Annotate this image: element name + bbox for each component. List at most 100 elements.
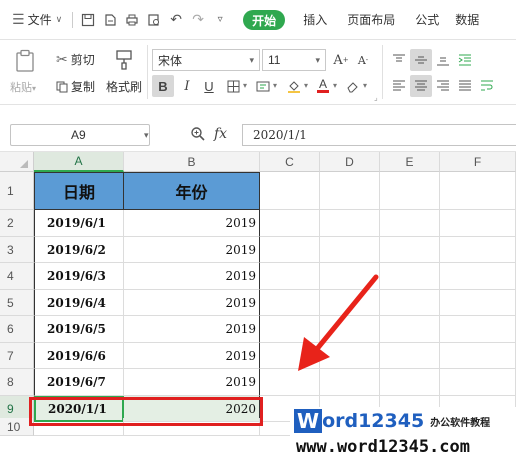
column-header-e[interactable]: E <box>380 152 440 172</box>
date-cell[interactable]: 2019/6/1 <box>34 210 124 237</box>
italic-button[interactable]: I <box>176 75 198 97</box>
name-box[interactable]: A9 <box>10 124 150 146</box>
font-dialog-launcher-icon[interactable]: ⌟ <box>374 93 378 102</box>
align-top-button[interactable] <box>388 49 410 71</box>
row-header-8[interactable]: 8 <box>0 369 34 396</box>
redo-icon[interactable]: ↷ <box>187 9 209 31</box>
print-icon[interactable] <box>121 9 143 31</box>
empty-cell[interactable] <box>320 172 380 210</box>
print-preview-icon[interactable] <box>143 9 165 31</box>
empty-cell[interactable] <box>380 172 440 210</box>
column-header-c[interactable]: C <box>260 152 320 172</box>
justify-button[interactable] <box>454 75 476 97</box>
column-header-b[interactable]: B <box>124 152 260 172</box>
year-cell[interactable]: 2019 <box>124 369 260 396</box>
font-size-select[interactable]: 11 ▾ <box>262 49 326 71</box>
export-icon[interactable] <box>99 9 121 31</box>
select-all-corner[interactable] <box>0 152 34 172</box>
name-box-dropdown-icon[interactable]: ▾ <box>144 130 149 141</box>
empty-cell[interactable] <box>260 237 320 263</box>
year-cell[interactable]: 2019 <box>124 290 260 316</box>
clear-format-button[interactable] <box>342 75 364 97</box>
align-center-button[interactable] <box>410 75 432 97</box>
header-cell-date[interactable]: 日期 <box>34 172 124 210</box>
undo-icon[interactable]: ↶ <box>165 9 187 31</box>
wrap-text-button[interactable] <box>476 75 498 97</box>
year-cell[interactable]: 2019 <box>124 343 260 369</box>
font-name-select[interactable]: 宋体 ▾ <box>152 49 260 71</box>
font-name-value: 宋体 <box>158 53 183 68</box>
row-header-3[interactable]: 3 <box>0 237 34 263</box>
fill-color-dropdown-icon[interactable]: ▾ <box>304 81 308 90</box>
year-cell[interactable]: 2019 <box>124 210 260 237</box>
empty-cell[interactable] <box>320 237 380 263</box>
align-bottom-button[interactable] <box>432 49 454 71</box>
save-icon[interactable] <box>77 9 99 31</box>
column-header-a[interactable]: A <box>34 152 124 172</box>
tab-data[interactable]: 数据 <box>449 6 485 34</box>
date-cell[interactable]: 2019/6/5 <box>34 316 124 343</box>
function-icon[interactable]: fx <box>214 126 227 142</box>
borders-button[interactable] <box>222 75 244 97</box>
align-left-button[interactable] <box>388 75 410 97</box>
bold-button[interactable]: B <box>152 75 174 97</box>
date-cell[interactable]: 2019/6/7 <box>34 369 124 396</box>
year-cell[interactable]: 2019 <box>124 263 260 290</box>
date-cell[interactable]: 2019/6/3 <box>34 263 124 290</box>
copy-button[interactable]: 复制 <box>56 78 95 95</box>
cut-button[interactable]: ✂ 剪切 <box>56 51 95 68</box>
date-cell[interactable]: 2019/6/6 <box>34 343 124 369</box>
cell-style-icon <box>256 81 270 91</box>
empty-cell[interactable] <box>440 172 516 210</box>
empty-cell[interactable] <box>440 290 516 316</box>
empty-cell[interactable] <box>380 210 440 237</box>
date-cell[interactable]: 2019/6/2 <box>34 237 124 263</box>
empty-cell[interactable] <box>440 369 516 396</box>
header-cell-year[interactable]: 年份 <box>124 172 260 210</box>
row-header-5[interactable]: 5 <box>0 290 34 316</box>
year-cell[interactable]: 2019 <box>124 237 260 263</box>
row-header-4[interactable]: 4 <box>0 263 34 290</box>
cell-style-button[interactable] <box>252 75 274 97</box>
underline-button[interactable]: U <box>198 75 220 97</box>
empty-cell[interactable] <box>440 263 516 290</box>
empty-cell[interactable] <box>440 343 516 369</box>
empty-cell[interactable] <box>440 316 516 343</box>
fill-color-button[interactable] <box>283 75 305 97</box>
decrease-font-button[interactable]: A- <box>352 49 374 71</box>
format-painter-button[interactable]: 格式刷 <box>106 49 142 97</box>
zoom-search-icon[interactable] <box>190 126 206 145</box>
font-color-button[interactable]: A <box>312 74 334 96</box>
formula-input[interactable]: 2020/1/1 <box>242 124 516 146</box>
row-header-7[interactable]: 7 <box>0 343 34 369</box>
empty-cell[interactable] <box>440 237 516 263</box>
empty-cell[interactable] <box>380 237 440 263</box>
customize-dropdown-icon[interactable]: ▿ <box>209 9 231 31</box>
empty-cell[interactable] <box>320 210 380 237</box>
row-header-6[interactable]: 6 <box>0 316 34 343</box>
cell-style-dropdown-icon[interactable]: ▾ <box>273 81 277 90</box>
empty-cell[interactable] <box>440 210 516 237</box>
font-color-dropdown-icon[interactable]: ▾ <box>333 81 337 90</box>
paste-button[interactable]: 粘贴▾ <box>10 49 40 97</box>
tab-insert[interactable]: 插入 <box>297 6 333 34</box>
indent-button[interactable] <box>454 49 476 71</box>
tab-formulas[interactable]: 公式 <box>409 6 445 34</box>
clear-format-dropdown-icon[interactable]: ▾ <box>363 81 367 90</box>
row-header-2[interactable]: 2 <box>0 210 34 237</box>
watermark-url: www.word12345.com <box>296 437 470 457</box>
align-right-button[interactable] <box>432 75 454 97</box>
row-header-1[interactable]: 1 <box>0 172 34 210</box>
align-middle-button[interactable] <box>410 49 432 71</box>
empty-cell[interactable] <box>260 210 320 237</box>
column-header-d[interactable]: D <box>320 152 380 172</box>
tab-home[interactable]: 开始 <box>237 6 291 34</box>
year-cell[interactable]: 2019 <box>124 316 260 343</box>
date-cell[interactable]: 2019/6/4 <box>34 290 124 316</box>
tab-page-layout[interactable]: 页面布局 <box>341 6 401 34</box>
empty-cell[interactable] <box>260 172 320 210</box>
file-menu[interactable]: ☰ 文件 ∨ <box>6 6 68 34</box>
increase-font-button[interactable]: A + <box>330 49 352 71</box>
borders-dropdown-icon[interactable]: ▾ <box>243 81 247 90</box>
column-header-f[interactable]: F <box>440 152 516 172</box>
